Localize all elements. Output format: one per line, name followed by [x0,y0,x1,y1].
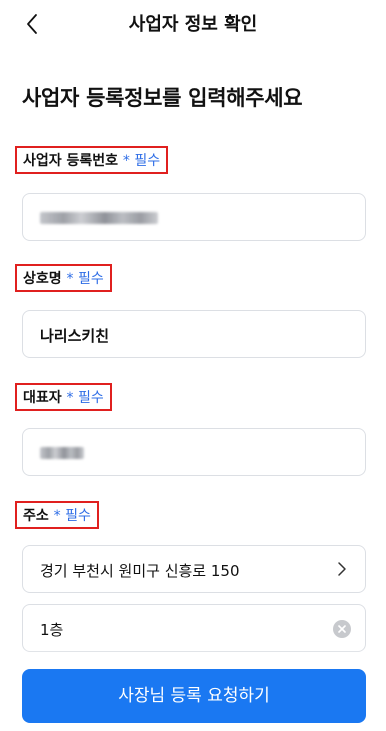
redacted-value [40,212,158,224]
page-title: 사업자 정보 확인 [128,14,258,35]
representative-field[interactable] [22,428,366,476]
company-name-field[interactable]: 나리스키친 [22,310,366,358]
close-icon [338,625,346,633]
required-mark: * 필수 [122,153,161,169]
company-name-label-text: 상호명 [23,271,62,287]
address-detail-value: 1층 [40,621,64,639]
business-info-screen: 사업자 정보 확인 사업자 등록정보를 입력해주세요 사업자 등록번호 * 필수… [0,0,386,731]
representative-label-text: 대표자 [23,390,62,406]
top-app-bar: 사업자 정보 확인 [0,0,386,46]
address-label-text: 주소 [23,508,49,524]
company-name-label: 상호명 * 필수 [15,264,112,292]
required-mark: * 필수 [66,390,104,406]
address-label: 주소 * 필수 [15,501,99,529]
business-number-label: 사업자 등록번호 * 필수 [15,146,169,174]
address-value: 경기 부천시 원미구 신흥로 150 [40,562,240,580]
chevron-right-icon [338,562,346,576]
address-search-field[interactable]: 경기 부천시 원미구 신흥로 150 [22,545,366,593]
address-detail-field[interactable]: 1층 [22,604,366,652]
clear-icon[interactable] [333,620,351,638]
required-mark: * 필수 [53,508,91,524]
company-name-value: 나리스키친 [40,327,110,345]
required-mark: * 필수 [66,271,104,287]
section-heading: 사업자 등록정보를 입력해주세요 [22,86,303,110]
redacted-value [40,447,84,459]
submit-registration-button[interactable]: 사장님 등록 요청하기 [22,669,366,723]
business-number-field[interactable] [22,193,366,241]
business-number-label-text: 사업자 등록번호 [23,153,119,169]
representative-label: 대표자 * 필수 [15,383,112,411]
